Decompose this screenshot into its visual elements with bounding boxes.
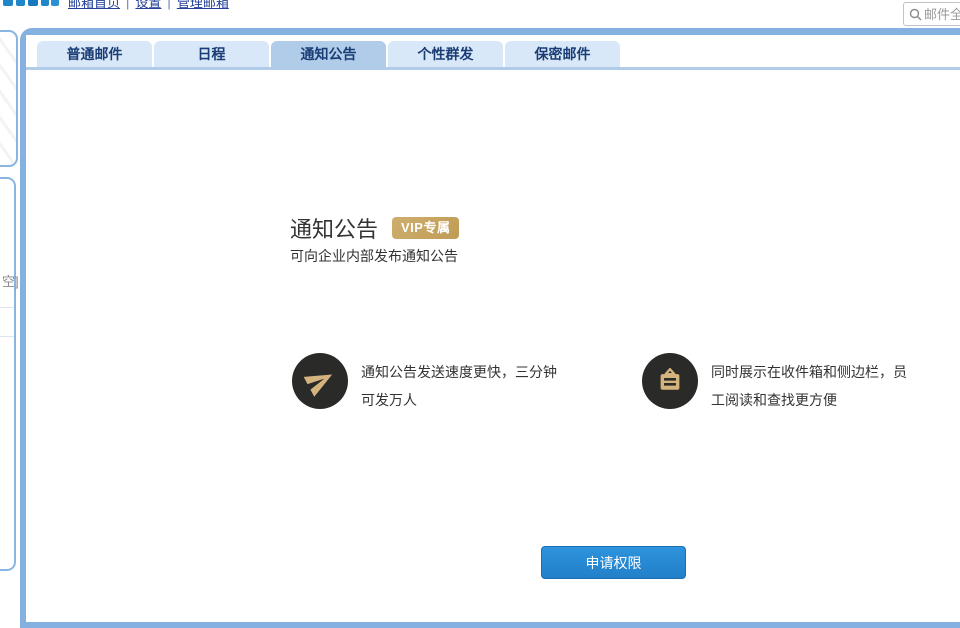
sidebar-clear-link-partial[interactable]: 空] (2, 271, 19, 290)
search-icon[interactable] (909, 8, 922, 21)
feature-fast-send: 通知公告发送速度更快，三分钟可发万人 (292, 353, 565, 414)
tab-normal-mail[interactable]: 普通邮件 (37, 41, 152, 67)
search-input[interactable] (924, 4, 960, 24)
notice-intro-content: 通知公告 VIP专属 可向企业内部发布通知公告 通知公告发送速度更快，三分钟可发… (26, 70, 960, 600)
nav-separator: | (167, 0, 170, 10)
brand-logo[interactable] (3, 0, 61, 8)
logo-fragment (51, 0, 59, 6)
nav-link-manage-mailbox[interactable]: 管理邮箱 (177, 0, 229, 10)
sidebar-divider (0, 307, 14, 308)
logo-fragment (41, 0, 49, 6)
mail-type-tabs: 普通邮件 日程 通知公告 个性群发 保密邮件 (37, 41, 622, 67)
page-title: 通知公告 (290, 212, 378, 244)
vip-badge: VIP专属 (392, 217, 459, 239)
page-subtitle: 可向企业内部发布通知公告 (290, 246, 458, 266)
feature-circle (292, 353, 348, 409)
bulletin-board-icon (655, 366, 685, 396)
logo-fragment (16, 0, 25, 6)
tab-notice[interactable]: 通知公告 (271, 41, 386, 67)
paper-plane-icon (300, 361, 341, 402)
nav-link-settings[interactable]: 设置 (135, 0, 161, 10)
tab-schedule[interactable]: 日程 (154, 41, 269, 67)
top-bar: 邮箱首页 | 设置 | 管理邮箱 (0, 0, 960, 28)
top-nav: 邮箱首页 | 设置 | 管理邮箱 (68, 0, 229, 12)
feature-text: 通知公告发送速度更快，三分钟可发万人 (361, 353, 565, 414)
tab-confidential-mail[interactable]: 保密邮件 (505, 41, 620, 67)
nav-separator: | (126, 0, 129, 10)
main-panel: 普通邮件 日程 通知公告 个性群发 保密邮件 通知公告 VIP专属 可向企业内部… (20, 28, 960, 628)
sidebar-divider (0, 336, 14, 337)
sidebar-widget-top (0, 30, 18, 167)
mail-search-box[interactable] (903, 2, 960, 26)
nav-link-mail-home[interactable]: 邮箱首页 (68, 0, 120, 10)
apply-permission-button[interactable]: 申请权限 (541, 546, 686, 579)
tab-personal-mass-send[interactable]: 个性群发 (388, 41, 503, 67)
logo-fragment (3, 0, 13, 6)
feature-text: 同时展示在收件箱和侧边栏，员工阅读和查找更方便 (711, 353, 915, 414)
feature-inbox-sidebar: 同时展示在收件箱和侧边栏，员工阅读和查找更方便 (642, 353, 915, 414)
feature-circle (642, 353, 698, 409)
sidebar-widget-bottom: 空] (0, 177, 16, 571)
logo-fragment (28, 0, 38, 6)
